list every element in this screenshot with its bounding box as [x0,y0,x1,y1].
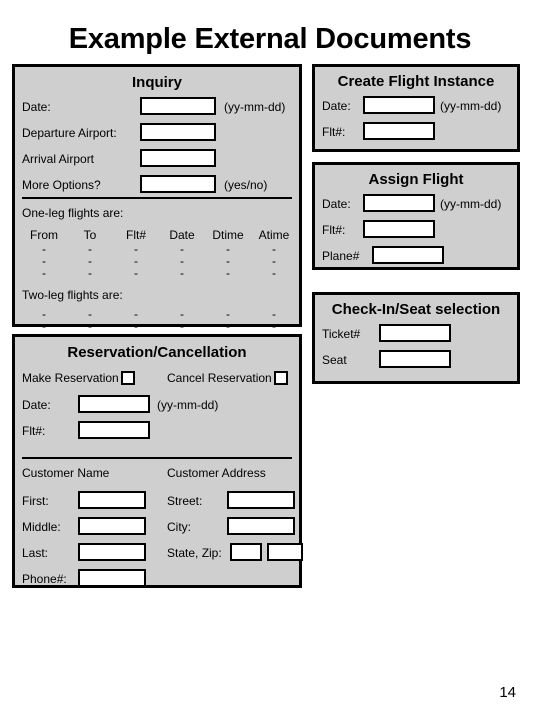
col-flt: Flt# [125,228,146,242]
reservation-cancellation-panel: Reservation/Cancellation Make Reservatio… [12,334,303,588]
inquiry-more-options-input[interactable] [140,175,216,193]
col-date: Date [169,228,195,242]
col-dtime: Dtime [212,228,244,242]
one-leg-flights-table: From To Flt# Date Dtime Atime - - - - - … [21,227,297,279]
create-flight-date-input[interactable] [363,96,435,114]
make-reservation-label: Make Reservation [22,371,119,385]
table-row: - - - - - - [21,320,297,332]
inquiry-arrival-input[interactable] [140,149,216,167]
inquiry-departure-input[interactable] [140,123,216,141]
street-label: Street: [167,494,203,508]
checkin-ticket-label: Ticket# [322,327,361,341]
create-flight-date-label: Date: [322,99,351,113]
checkin-panel-title: Check-In/Seat selection [331,301,501,318]
inquiry-departure-label: Departure Airport: [22,126,117,140]
cell: - [180,266,184,280]
checkin-seat-selection-panel: Check-In/Seat selection Ticket# Seat [312,292,520,384]
last-name-input[interactable] [78,543,146,561]
table-row: - - - - - - [21,267,297,279]
cell: - [226,266,230,280]
cell: - [180,319,184,333]
assign-flight-plane-label: Plane# [322,249,360,263]
assign-flight-flt-input[interactable] [363,220,435,238]
first-name-label: First: [22,494,49,508]
reservation-panel-title: Reservation/Cancellation [67,344,247,361]
customer-address-heading: Customer Address [167,466,266,480]
col-from: From [30,228,58,242]
cell: - [134,319,138,333]
phone-number-label: Phone#: [22,572,67,586]
create-flight-flt-label: Flt#: [322,125,346,139]
reservation-date-label: Date: [22,398,51,412]
first-name-input[interactable] [78,491,146,509]
phone-number-input[interactable] [78,569,146,587]
assign-flight-date-input[interactable] [363,194,435,212]
city-input[interactable] [227,517,295,535]
checkin-seat-input[interactable] [379,350,451,368]
state-zip-label: State, Zip: [167,546,222,560]
state-input[interactable] [230,543,262,561]
table-row: - - - - - - [21,308,297,320]
checkin-seat-label: Seat [322,353,347,367]
cell: - [272,319,276,333]
assign-flight-date-label: Date: [322,197,351,211]
inquiry-panel-title: Inquiry [131,74,182,91]
two-leg-flights-table: - - - - - - - - - - - - [21,308,297,332]
inquiry-panel: Inquiry Date: (yy-mm-dd) Departure Airpo… [12,64,302,332]
create-flight-date-format-hint: (yy-mm-dd) [440,99,502,113]
reservation-flt-input[interactable] [78,421,150,439]
col-to: To [83,228,97,242]
middle-name-label: Middle: [22,520,61,534]
make-reservation-checkbox[interactable] [120,371,135,385]
col-atime: Atime [258,228,290,242]
page-title: Example External Documents [68,23,472,55]
cell: - [272,266,276,280]
inquiry-divider [22,197,292,199]
page-number: 14 [499,684,516,701]
table-row: - - - - - - [21,243,297,255]
create-flight-flt-input[interactable] [363,122,435,140]
assign-flight-date-format-hint: (yy-mm-dd) [440,197,502,211]
reservation-date-format-hint: (yy-mm-dd) [157,398,219,412]
inquiry-more-options-hint: (yes/no) [224,178,268,192]
create-flight-panel-title: Create Flight Instance [337,73,495,90]
create-flight-instance-panel: Create Flight Instance Date: (yy-mm-dd) … [312,64,520,152]
cell: - [88,266,92,280]
cell: - [226,319,230,333]
table-row: - - - - - - [21,255,297,267]
cell: - [42,319,46,333]
city-label: City: [167,520,191,534]
inquiry-date-input[interactable] [140,97,216,115]
assign-flight-panel-title: Assign Flight [368,171,464,188]
reservation-divider [22,457,292,459]
assign-flight-flt-label: Flt#: [322,223,346,237]
zip-input[interactable] [267,543,303,561]
inquiry-date-label: Date: [22,100,51,114]
inquiry-more-options-label: More Options? [22,178,101,192]
middle-name-input[interactable] [78,517,146,535]
cell: - [42,266,46,280]
cancel-reservation-label: Cancel Reservation [167,371,272,385]
table-header-row: From To Flt# Date Dtime Atime [21,227,297,243]
assign-flight-plane-input[interactable] [372,246,444,264]
two-leg-flights-label: Two-leg flights are: [22,288,123,302]
street-input[interactable] [227,491,295,509]
last-name-label: Last: [22,546,49,560]
cell: - [88,319,92,333]
one-leg-flights-label: One-leg flights are: [22,206,124,220]
cell: - [134,266,138,280]
cancel-reservation-checkbox[interactable] [273,371,288,385]
inquiry-arrival-label: Arrival Airport [22,152,95,166]
inquiry-date-format-hint: (yy-mm-dd) [224,100,286,114]
customer-name-heading: Customer Name [22,466,110,480]
assign-flight-panel: Assign Flight Date: (yy-mm-dd) Flt#: Pla… [312,162,520,270]
reservation-date-input[interactable] [78,395,150,413]
reservation-flt-label: Flt#: [22,424,46,438]
checkin-ticket-input[interactable] [379,324,451,342]
